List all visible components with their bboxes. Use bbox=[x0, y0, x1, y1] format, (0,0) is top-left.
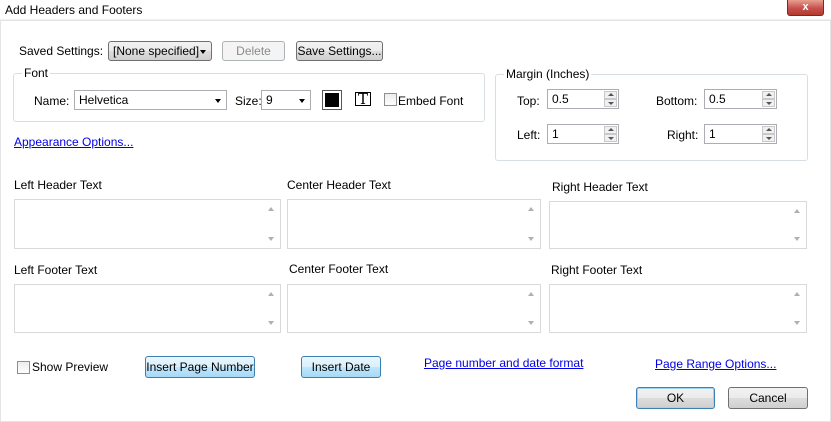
scrollbar[interactable] bbox=[789, 285, 806, 332]
scroll-up-icon[interactable] bbox=[794, 292, 800, 296]
chevron-down-icon bbox=[215, 99, 221, 103]
scroll-down-icon[interactable] bbox=[268, 237, 274, 241]
font-name-dropdown[interactable]: Helvetica bbox=[74, 90, 227, 110]
font-size-dropdown[interactable]: 9 bbox=[261, 90, 311, 110]
scrollbar[interactable] bbox=[263, 200, 280, 248]
scrollbar[interactable] bbox=[523, 285, 540, 332]
font-name-value: Helvetica bbox=[79, 93, 129, 107]
spin-down-icon[interactable] bbox=[762, 134, 775, 142]
insert-date-button[interactable]: Insert Date bbox=[301, 356, 381, 378]
margin-top-value: 0.5 bbox=[552, 92, 569, 106]
chevron-down-icon bbox=[299, 99, 305, 103]
scroll-down-icon[interactable] bbox=[794, 237, 800, 241]
saved-settings-dropdown[interactable]: [None specified] bbox=[108, 41, 212, 61]
spin-down-icon[interactable] bbox=[604, 99, 617, 107]
scroll-down-icon[interactable] bbox=[794, 321, 800, 325]
font-color-button[interactable] bbox=[322, 90, 342, 110]
center-footer-textarea[interactable] bbox=[287, 284, 541, 333]
show-preview-label: Show Preview bbox=[32, 360, 109, 374]
spin-down-icon[interactable] bbox=[762, 99, 775, 107]
spin-down-icon[interactable] bbox=[604, 134, 617, 142]
scrollbar[interactable] bbox=[523, 200, 540, 248]
show-preview-checkbox[interactable] bbox=[17, 361, 30, 374]
spin-up-icon[interactable] bbox=[762, 91, 775, 99]
margin-group-label: Margin (Inches) bbox=[504, 67, 592, 81]
dialog-body: Saved Settings: [None specified] Delete … bbox=[0, 20, 831, 422]
left-footer-label: Left Footer Text bbox=[14, 263, 98, 277]
margin-group: Margin (Inches) bbox=[495, 67, 808, 161]
margin-left-value: 1 bbox=[552, 127, 559, 141]
right-header-textarea[interactable] bbox=[549, 201, 807, 249]
right-footer-textarea[interactable] bbox=[549, 284, 807, 333]
appearance-options-link[interactable]: Appearance Options... bbox=[14, 135, 133, 149]
save-settings-button[interactable]: Save Settings... bbox=[296, 41, 383, 61]
delete-button[interactable]: Delete bbox=[222, 41, 285, 61]
page-range-options-link[interactable]: Page Range Options... bbox=[655, 357, 776, 371]
left-header-textarea[interactable] bbox=[14, 199, 281, 249]
margin-top-spinner[interactable]: 0.5 bbox=[547, 89, 619, 109]
cancel-button[interactable]: Cancel bbox=[728, 387, 808, 409]
center-header-label: Center Header Text bbox=[287, 178, 391, 192]
center-header-textarea[interactable] bbox=[287, 199, 541, 249]
font-size-label: Size: bbox=[235, 94, 262, 108]
margin-right-label: Right: bbox=[667, 128, 699, 142]
title-bar: Add Headers and Footers x bbox=[0, 0, 831, 20]
close-icon: x bbox=[802, 1, 809, 13]
scroll-down-icon[interactable] bbox=[528, 321, 534, 325]
left-footer-textarea[interactable] bbox=[14, 284, 281, 333]
window-title: Add Headers and Footers bbox=[5, 3, 143, 17]
margin-left-spinner[interactable]: 1 bbox=[547, 124, 619, 144]
font-size-value: 9 bbox=[266, 93, 273, 107]
font-group-label: Font bbox=[22, 66, 51, 80]
spin-up-icon[interactable] bbox=[604, 126, 617, 134]
close-button[interactable]: x bbox=[787, 0, 824, 16]
page-date-format-link[interactable]: Page number and date format bbox=[424, 356, 583, 370]
insert-page-number-button[interactable]: Insert Page Number bbox=[145, 356, 255, 378]
center-footer-label: Center Footer Text bbox=[289, 262, 389, 276]
scrollbar[interactable] bbox=[789, 202, 806, 248]
scroll-down-icon[interactable] bbox=[268, 321, 274, 325]
spin-up-icon[interactable] bbox=[762, 126, 775, 134]
right-header-label: Right Header Text bbox=[552, 180, 648, 194]
margin-bottom-spinner[interactable]: 0.5 bbox=[704, 89, 777, 109]
saved-settings-label: Saved Settings: bbox=[19, 44, 104, 58]
margin-right-spinner[interactable]: 1 bbox=[704, 124, 777, 144]
margin-top-label: Top: bbox=[517, 94, 540, 108]
text-format-icon[interactable]: T bbox=[353, 90, 373, 110]
scroll-up-icon[interactable] bbox=[528, 207, 534, 211]
margin-right-value: 1 bbox=[709, 127, 716, 141]
scroll-up-icon[interactable] bbox=[268, 207, 274, 211]
chevron-down-icon bbox=[200, 50, 206, 54]
scrollbar[interactable] bbox=[263, 285, 280, 332]
margin-bottom-value: 0.5 bbox=[709, 92, 726, 106]
embed-font-label: Embed Font bbox=[398, 94, 464, 108]
spin-up-icon[interactable] bbox=[604, 91, 617, 99]
scroll-up-icon[interactable] bbox=[794, 209, 800, 213]
font-name-label: Name: bbox=[34, 94, 70, 108]
ok-button[interactable]: OK bbox=[636, 387, 715, 409]
margin-left-label: Left: bbox=[517, 128, 541, 142]
scroll-up-icon[interactable] bbox=[528, 292, 534, 296]
scroll-down-icon[interactable] bbox=[528, 237, 534, 241]
margin-bottom-label: Bottom: bbox=[656, 94, 698, 108]
scroll-up-icon[interactable] bbox=[268, 292, 274, 296]
embed-font-checkbox[interactable] bbox=[384, 93, 397, 106]
right-footer-label: Right Footer Text bbox=[551, 263, 643, 277]
left-header-label: Left Header Text bbox=[14, 178, 102, 192]
saved-settings-value: [None specified] bbox=[113, 44, 200, 58]
